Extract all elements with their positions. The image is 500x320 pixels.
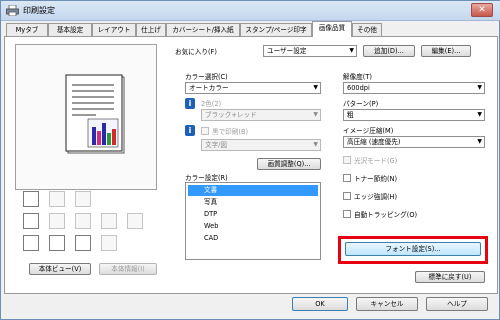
chevron-down-icon: ▼ — [477, 84, 482, 91]
two-color-value: ブラック+レッド — [205, 111, 257, 119]
chevron-down-icon: ▼ — [349, 47, 354, 54]
info-icon: i — [185, 125, 195, 136]
tab-stamp[interactable]: スタンプ/ページ印字 — [240, 23, 312, 36]
list-item[interactable]: DTP — [188, 209, 318, 220]
black-print-label: 黒で印刷(B) — [212, 128, 249, 136]
pattern-dropdown[interactable]: 粗 ▼ — [343, 109, 485, 121]
chevron-down-icon: ▼ — [477, 111, 482, 118]
chevron-down-icon: ▼ — [313, 84, 318, 91]
add-favorite-button[interactable]: 追加(D)... — [363, 45, 415, 57]
phone-icon — [23, 235, 39, 251]
reset-defaults-button[interactable]: 標準に戻す(U) — [415, 271, 485, 283]
tab-label: スタンプ/ページ印字 — [245, 26, 307, 34]
close-button[interactable]: ✕ — [471, 3, 493, 17]
tab-label: カバーシート/挿入紙 — [172, 26, 234, 34]
duplex-icon — [75, 213, 91, 229]
tab-label: 仕上げ — [141, 26, 161, 34]
tray-icon — [23, 213, 39, 229]
tab-cover-sheet[interactable]: カバーシート/挿入紙 — [166, 23, 240, 36]
quality-adjust-button[interactable]: 画質調整(Q)... — [257, 158, 321, 170]
ok-button[interactable]: OK — [292, 297, 348, 311]
window-title: 印刷設定 — [23, 6, 55, 15]
device-info-button[interactable]: 本体情報(I) — [99, 263, 157, 275]
toner-save-checkbox[interactable] — [343, 174, 351, 182]
color-settings-list[interactable]: 文書 写真 DTP Web CAD — [185, 182, 321, 260]
black-print-value: 文字/図 — [205, 141, 228, 149]
color-select-label: カラー選択(C) — [185, 73, 228, 81]
resolution-dropdown[interactable]: 600dpi ▼ — [343, 82, 485, 94]
favorites-select[interactable]: ユーザー設定 ▼ — [263, 45, 357, 57]
gloss-mode-label: 光沢モード(G) — [354, 157, 398, 165]
color-select-dropdown[interactable]: オートカラー ▼ — [185, 82, 321, 94]
pattern-value: 粗 — [347, 111, 354, 119]
edge-enhance-checkbox[interactable] — [343, 192, 351, 200]
image-compression-dropdown[interactable]: 高圧縮 (速度優先) ▼ — [343, 136, 485, 148]
info-icon: i — [185, 98, 195, 109]
staple-icon — [49, 191, 65, 207]
gloss-mode-checkbox[interactable] — [343, 156, 351, 164]
tab-finishing[interactable]: 仕上げ — [136, 23, 166, 36]
booklet-icon — [49, 213, 65, 229]
tab-label: 画像品質 — [318, 24, 346, 32]
users-icon — [75, 235, 91, 251]
color-select-value: オートカラー — [189, 84, 229, 92]
printer-icon — [6, 5, 19, 16]
list-item[interactable]: 写真 — [188, 197, 318, 208]
list-item[interactable]: CAD — [188, 233, 318, 244]
favorites-label: お気に入り(F) — [175, 48, 217, 56]
printer-icon — [23, 191, 39, 207]
tab-other[interactable]: その他 — [352, 23, 382, 36]
tab-basic[interactable]: 基本設定 — [48, 23, 92, 36]
tab-label: その他 — [357, 26, 377, 34]
resolution-value: 600dpi — [347, 84, 370, 92]
pattern-label: パターン(P) — [343, 100, 379, 108]
edge-enhance-label: エッジ強調(H) — [354, 193, 398, 201]
tab-label: レイアウト — [97, 26, 131, 34]
page-preview — [15, 44, 157, 190]
chevron-down-icon: ▼ — [313, 141, 318, 148]
two-color-label: 2色(2) — [201, 100, 222, 108]
color-settings-label: カラー設定(R) — [185, 174, 228, 182]
two-color-dropdown[interactable]: ブラック+レッド ▼ — [201, 109, 321, 121]
auto-trapping-checkbox[interactable] — [343, 210, 351, 218]
black-print-dropdown[interactable]: 文字/図 ▼ — [201, 139, 321, 151]
user-icon — [49, 235, 65, 251]
resolution-label: 解像度(T) — [343, 73, 372, 81]
tab-image-quality[interactable]: 画像品質 — [312, 21, 352, 37]
chevron-down-icon: ▼ — [313, 111, 318, 118]
document-preview-image — [65, 74, 125, 154]
auto-trapping-label: 自動トラッピング(O) — [354, 211, 418, 219]
tab-layout[interactable]: レイアウト — [92, 23, 136, 36]
device-view-button[interactable]: 本体ビュー(V) — [29, 263, 91, 275]
edit-favorite-button[interactable]: 編集(E)... — [421, 45, 471, 57]
cancel-button[interactable]: キャンセル — [356, 297, 418, 311]
list-item[interactable]: 文書 — [188, 185, 318, 196]
favorites-value: ユーザー設定 — [267, 47, 307, 55]
black-print-checkbox[interactable] — [201, 127, 209, 135]
list-item[interactable]: Web — [188, 221, 318, 232]
help-button[interactable]: ヘルプ — [426, 297, 488, 311]
toner-save-label: トナー節約(N) — [354, 175, 398, 183]
title-bar: 印刷設定 ✕ — [1, 1, 500, 21]
print-settings-window: 印刷設定 ✕ Myタブ 基本設定 レイアウト 仕上げ カバーシート/挿入紙 スタ… — [0, 0, 500, 320]
settings-icon — [101, 235, 117, 251]
tab-label: 基本設定 — [56, 26, 84, 34]
fold-icon — [127, 213, 143, 229]
chevron-down-icon: ▼ — [477, 138, 482, 145]
punch-icon — [101, 213, 117, 229]
tab-my-tab[interactable]: Myタブ — [6, 23, 48, 36]
image-compression-value: 高圧縮 (速度優先) — [347, 138, 401, 146]
image-compression-label: イメージ圧縮(M) — [343, 127, 394, 135]
copy-icon — [75, 191, 91, 207]
font-settings-button[interactable]: フォント設定(S)... — [345, 242, 481, 256]
tab-label: Myタブ — [15, 26, 39, 34]
